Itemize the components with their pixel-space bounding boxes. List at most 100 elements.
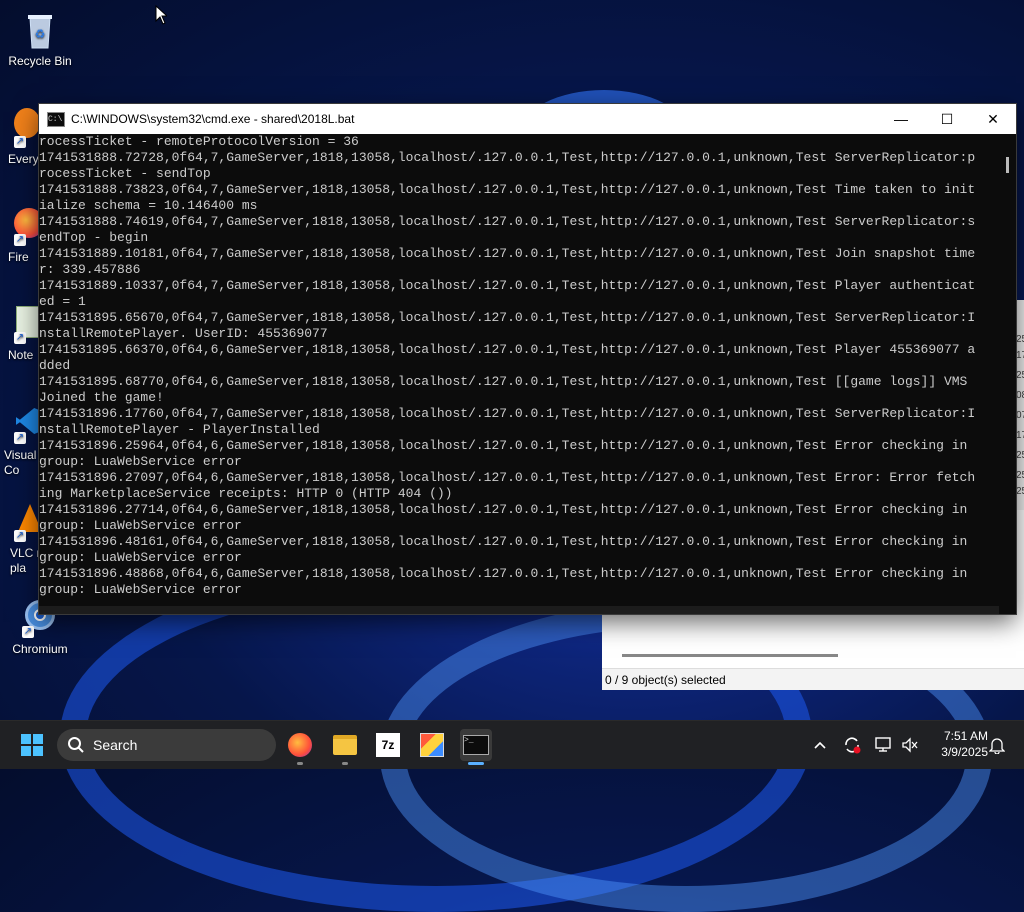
svg-text:♻: ♻ bbox=[35, 27, 46, 41]
console-bottom-bar bbox=[39, 606, 999, 614]
desktop-icon-label: Recycle Bin bbox=[8, 54, 72, 68]
console-line: 1741531889.10337,0f64,7,GameServer,1818,… bbox=[39, 278, 976, 293]
console-line: 1741531896.27714,0f64,6,GameServer,1818,… bbox=[39, 502, 968, 517]
7zip-label: 7z bbox=[381, 738, 395, 752]
search-label: Search bbox=[93, 737, 138, 753]
console-line: 1741531896.17760,0f64,7,GameServer,1818,… bbox=[39, 406, 976, 421]
shortcut-arrow-icon: ↗ bbox=[22, 626, 34, 638]
console-line: rocessTicket - sendTop bbox=[39, 166, 211, 181]
console-line: 1741531896.27097,0f64,6,GameServer,1818,… bbox=[39, 470, 976, 485]
scrollbar-thumb[interactable] bbox=[1006, 157, 1009, 173]
vscode-icon: ↗ bbox=[0, 404, 42, 444]
cmd-app-icon: C:\ bbox=[47, 111, 65, 127]
console-line: ing MarketplaceService receipts: HTTP 0 … bbox=[39, 486, 453, 501]
firefox-icon bbox=[288, 733, 312, 757]
running-indicator bbox=[342, 762, 348, 765]
strip-digit: 25 bbox=[1016, 470, 1024, 481]
terminal-icon: >_ bbox=[463, 735, 489, 755]
volume-muted-icon bbox=[902, 737, 918, 753]
tray-sync-button[interactable] bbox=[840, 721, 864, 769]
notifications-button[interactable] bbox=[986, 721, 1008, 769]
cmd-titlebar[interactable]: C:\ C:\WINDOWS\system32\cmd.exe - shared… bbox=[39, 104, 1016, 134]
windows-logo-icon bbox=[21, 734, 43, 756]
bell-icon bbox=[989, 738, 1005, 754]
console-line: nstallRemotePlayer - PlayerInstalled bbox=[39, 422, 320, 437]
console-line: dded bbox=[39, 358, 71, 373]
shortcut-arrow-icon: ↗ bbox=[14, 332, 26, 344]
taskbar-search-box[interactable]: Search bbox=[57, 729, 276, 761]
strip-digit: 07 bbox=[1016, 410, 1024, 421]
recycle-bin-icon: ♻ bbox=[20, 10, 60, 50]
console-vertical-scrollbar[interactable] bbox=[999, 134, 1016, 614]
console-line: 1741531896.25964,0f64,6,GameServer,1818,… bbox=[39, 438, 968, 453]
console-line: group: LuaWebService error bbox=[39, 582, 242, 597]
console-line: 1741531888.73823,0f64,7,GameServer,1818,… bbox=[39, 182, 976, 197]
strip-digit: 17 bbox=[1016, 430, 1024, 441]
explorer-horizontal-scrollbar[interactable] bbox=[622, 654, 838, 657]
explorer-column-strip: 25 17 25 08 07 17 25 25 25 bbox=[1015, 300, 1024, 510]
console-line: 1741531895.68770,0f64,6,GameServer,1818,… bbox=[39, 374, 968, 389]
console-line: group: LuaWebService error bbox=[39, 550, 242, 565]
notepad-icon: ↗ bbox=[0, 304, 40, 344]
shortcut-arrow-icon: ↗ bbox=[14, 432, 26, 444]
desktop-icon-label: Chromium bbox=[12, 642, 68, 656]
taskbar-app-firefox[interactable] bbox=[284, 729, 316, 765]
taskbar-clock[interactable]: 7:51 AM 3/9/2025 bbox=[928, 728, 988, 760]
strip-digit: 25 bbox=[1016, 370, 1024, 381]
console-line: r: 339.457886 bbox=[39, 262, 141, 277]
console-line: rocessTicket - remoteProtocolVersion = 3… bbox=[39, 134, 359, 149]
taskbar-app-7zip[interactable]: 7z bbox=[372, 729, 404, 761]
vlc-icon: ↗ bbox=[0, 502, 42, 542]
clock-time: 7:51 AM bbox=[943, 729, 988, 743]
maximize-icon: ☐ bbox=[940, 110, 954, 127]
close-button[interactable]: ✕ bbox=[970, 104, 1016, 134]
taskbar-app-file-explorer[interactable] bbox=[329, 729, 361, 765]
show-hidden-icons-button[interactable] bbox=[808, 721, 832, 769]
strip-digit: 25 bbox=[1016, 334, 1024, 345]
tray-network-button[interactable] bbox=[872, 721, 896, 769]
mouse-cursor bbox=[155, 5, 167, 25]
strip-digit: 25 bbox=[1016, 486, 1024, 497]
console-line: 1741531896.48868,0f64,6,GameServer,1818,… bbox=[39, 566, 968, 581]
search-icon bbox=[68, 737, 84, 753]
console-line: ialize schema = 10.146400 ms bbox=[39, 198, 258, 213]
close-icon: ✕ bbox=[987, 110, 999, 127]
tray-volume-button[interactable] bbox=[898, 721, 922, 769]
console-line: endTop - begin bbox=[39, 230, 149, 245]
strip-digit: 17 bbox=[1016, 350, 1024, 361]
file-explorer-icon bbox=[333, 735, 357, 755]
console-line: 1741531888.74619,0f64,7,GameServer,1818,… bbox=[39, 214, 976, 229]
running-indicator bbox=[468, 762, 484, 765]
cmd-window-title: C:\WINDOWS\system32\cmd.exe - shared\201… bbox=[71, 112, 355, 126]
running-indicator bbox=[297, 762, 303, 765]
sync-alert-icon bbox=[845, 737, 861, 754]
start-button[interactable] bbox=[16, 729, 48, 761]
console-line: group: LuaWebService error bbox=[39, 454, 242, 469]
console-line: nstallRemotePlayer. UserID: 455369077 bbox=[39, 326, 328, 341]
console-line: group: LuaWebService error bbox=[39, 518, 242, 533]
7zip-icon: 7z bbox=[376, 733, 400, 757]
network-icon bbox=[875, 737, 891, 752]
shortcut-arrow-icon: ↗ bbox=[14, 136, 26, 148]
taskbar-app-terminal[interactable]: >_ bbox=[460, 729, 492, 765]
console-line: 1741531895.66370,0f64,6,GameServer,1818,… bbox=[39, 342, 976, 357]
maximize-button[interactable]: ☐ bbox=[924, 104, 970, 134]
everything-icon: ↗ bbox=[0, 108, 40, 148]
console-line: 1741531889.10181,0f64,7,GameServer,1818,… bbox=[39, 246, 976, 261]
shortcut-arrow-icon: ↗ bbox=[14, 530, 26, 542]
console-line: Joined the game! bbox=[39, 390, 164, 405]
taskbar: Search 7z >_ 7:51 AM 3/9/2025 bbox=[0, 720, 1024, 769]
cmd-window[interactable]: C:\ C:\WINDOWS\system32\cmd.exe - shared… bbox=[39, 104, 1016, 614]
chevron-up-icon bbox=[814, 741, 826, 749]
taskbar-app-paint[interactable] bbox=[416, 729, 448, 761]
minimize-button[interactable]: — bbox=[878, 104, 924, 134]
strip-digit: 08 bbox=[1016, 390, 1024, 401]
console-output[interactable]: rocessTicket - remoteProtocolVersion = 3… bbox=[39, 134, 999, 614]
desktop-icon-recycle-bin[interactable]: ♻ Recycle Bin bbox=[0, 10, 80, 68]
explorer-status-bar: 0 / 9 object(s) selected bbox=[602, 668, 1024, 690]
shortcut-arrow-icon: ↗ bbox=[14, 234, 26, 246]
console-line: 1741531896.48161,0f64,6,GameServer,1818,… bbox=[39, 534, 968, 549]
console-line: 1741531888.72728,0f64,7,GameServer,1818,… bbox=[39, 150, 976, 165]
console-line: 1741531895.65670,0f64,7,GameServer,1818,… bbox=[39, 310, 976, 325]
paint-icon bbox=[420, 733, 444, 757]
